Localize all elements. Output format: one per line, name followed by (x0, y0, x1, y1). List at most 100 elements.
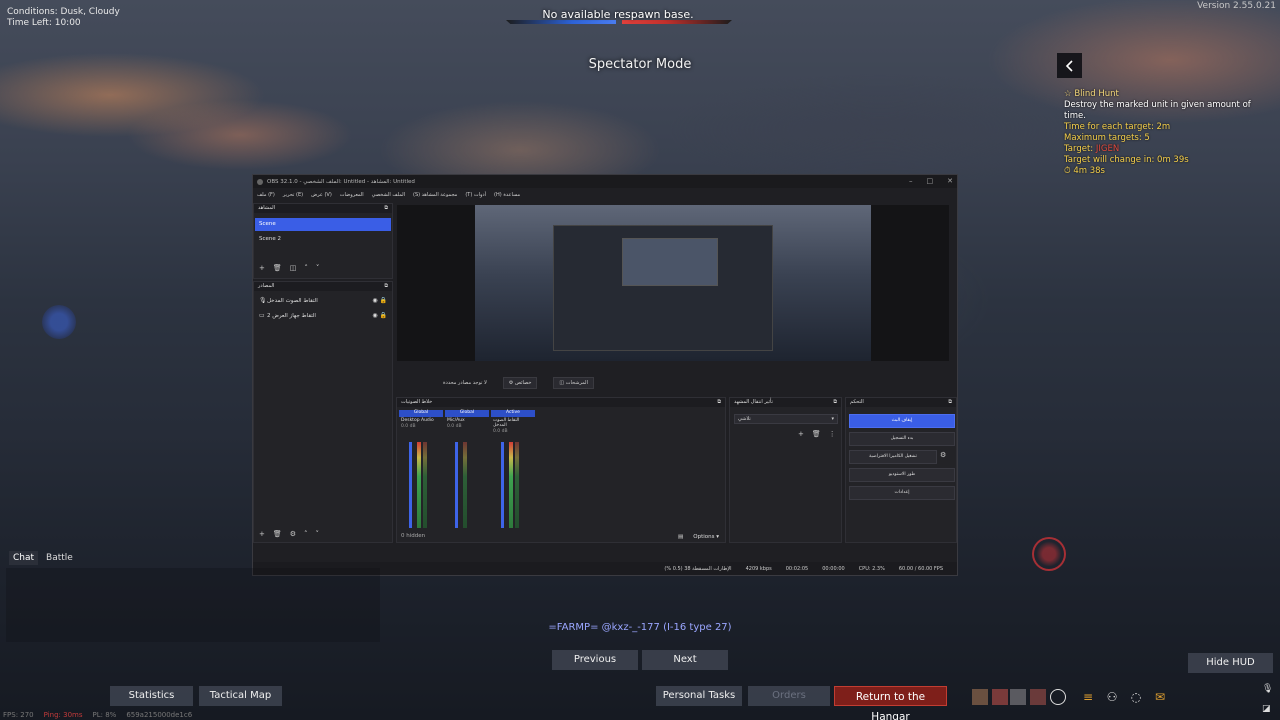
sources-panel: المصادر ⧉ 🎙 التقاط الصوت المدخل ◉ 🔒 ▭ الت… (253, 281, 393, 543)
undock-icon[interactable]: ⧉ (384, 205, 388, 212)
squad-icon[interactable] (992, 689, 1008, 705)
layout-icon[interactable]: ▤ (678, 534, 683, 540)
transitions-title: تأثير انتقال المشهد (734, 399, 773, 405)
squad-icon[interactable] (1030, 689, 1046, 705)
monitor-icon: ▭ (259, 312, 265, 319)
gear-icon[interactable]: ⚙ (290, 530, 296, 538)
task-collapse-button[interactable] (1057, 53, 1082, 78)
scene-item[interactable]: Scene 2 (255, 233, 391, 246)
arrow-up-icon[interactable]: ˄ (304, 264, 308, 272)
start-recording-button[interactable]: بدء التسجيل (849, 432, 955, 446)
source-item[interactable]: 🎙 التقاط الصوت المدخل ◉ 🔒 (255, 295, 391, 308)
more-icon[interactable]: ⋮ (829, 430, 836, 438)
return-hangar-button[interactable]: Return to the Hangar (834, 686, 947, 720)
avatar-icon[interactable] (972, 689, 988, 705)
transition-value: تلاشي (738, 416, 751, 422)
eye-lock-icon[interactable]: ◉ 🔒 (372, 312, 387, 319)
previous-button[interactable]: Previous (552, 650, 638, 670)
undock-icon[interactable]: ⧉ (948, 399, 952, 406)
mixer-channel: Global Mic/Aux 0.0 dB (445, 410, 489, 540)
filters-label: المرشحات (565, 380, 588, 386)
ally-marker-icon (42, 305, 76, 339)
settings-button[interactable]: إعدادات (849, 486, 955, 500)
menu-scene-collection[interactable]: (S) مجموعة المشاهد (413, 192, 457, 198)
channel-name: Mic/Aux (447, 418, 465, 423)
undock-icon[interactable]: ⧉ (833, 399, 837, 406)
menu-edit[interactable]: تحرير (E) (283, 192, 303, 198)
undock-icon[interactable]: ⧉ (384, 283, 388, 290)
friends-icon[interactable]: ⚇ (1104, 689, 1120, 705)
obs-window[interactable]: OBS 32.1.0 - الملف الشخصي: Untitled - ال… (252, 174, 958, 576)
menu-help[interactable]: (H) مساعدة (494, 192, 520, 198)
menu-docks[interactable]: المعروضات (340, 192, 364, 198)
arrow-down-icon[interactable]: ˅ (316, 530, 320, 538)
mail-icon[interactable]: ✉ (1152, 689, 1168, 705)
task-change-in: Target will change in: 0m 39s (1064, 155, 1189, 165)
obs-titlebar[interactable]: OBS 32.1.0 - الملف الشخصي: Untitled - ال… (253, 175, 957, 188)
options-button[interactable]: Options ▾ (693, 534, 719, 540)
chat-area[interactable] (6, 568, 380, 642)
arrow-down-icon[interactable]: ˅ (316, 264, 320, 272)
close-icon[interactable]: ✕ (947, 177, 953, 185)
avatar-icon[interactable] (1010, 689, 1026, 705)
tab-chat[interactable]: Chat (9, 551, 39, 565)
maximize-icon[interactable]: □ (927, 177, 934, 185)
obs-preview[interactable] (397, 205, 949, 361)
studio-mode-button[interactable]: طور الاستوديو (849, 468, 955, 482)
add-icon[interactable]: + (798, 430, 804, 438)
hide-hud-button[interactable]: Hide HUD (1188, 653, 1273, 673)
properties-button[interactable]: ⚙ خصائص (502, 377, 538, 389)
screenshot-icon[interactable]: ◪ (1262, 703, 1274, 715)
scene-item[interactable]: Scene (255, 218, 391, 231)
menu-profile[interactable]: الملف الشخصي (372, 192, 405, 198)
menu-file[interactable]: ملف (F) (257, 192, 275, 198)
source-controls-row: لا توجد مصادر محددة ⚙ خصائص ◫ المرشحات (397, 375, 949, 391)
volume-fader[interactable] (501, 442, 504, 528)
spectator-mode-label: Spectator Mode (588, 57, 692, 72)
add-icon[interactable]: + (259, 264, 265, 272)
gamepad-icon[interactable] (1050, 689, 1066, 705)
stop-streaming-button[interactable]: إيقاف البث (849, 414, 955, 428)
tab-battle[interactable]: Battle (42, 551, 77, 565)
virtual-camera-button[interactable]: تشغيل الكاميرا الافتراضية (849, 450, 937, 464)
trash-icon[interactable]: 🗑 (273, 264, 282, 272)
record-time: 00:00:00 (822, 565, 845, 572)
channel-name: Desktop Audio (401, 418, 434, 423)
source-item[interactable]: ▭ التقاط جهاز العرض 2 ◉ 🔒 (255, 310, 391, 323)
statistics-button[interactable]: Statistics (110, 686, 193, 706)
mic-icon: 🎙 (259, 297, 267, 304)
filters-button[interactable]: ◫ المرشحات (553, 377, 594, 389)
scenes-title-bar: المشاهد ⧉ (254, 204, 392, 213)
add-icon[interactable]: + (259, 530, 265, 538)
mixer-title-bar: خلاط الصوتيات ⧉ (397, 398, 725, 407)
next-button[interactable]: Next (642, 650, 728, 670)
trash-icon[interactable]: 🗑 (273, 530, 282, 538)
gear-icon[interactable]: ⚙ (940, 451, 946, 459)
fps-label: FPS: 270 (3, 711, 34, 719)
network-footer: FPS: 270 Ping: 30ms PL: 8% 659a215000de1… (3, 711, 192, 719)
version-label: Version 2.55.0.21 (1197, 1, 1276, 11)
undock-icon[interactable]: ⧉ (717, 399, 721, 406)
cpu-usage: CPU: 2.3% (858, 565, 885, 572)
list-icon[interactable]: ≡ (1080, 689, 1096, 705)
menu-tools[interactable]: (T) أدوات (465, 192, 486, 198)
arrow-up-icon[interactable]: ˄ (304, 530, 308, 538)
volume-fader[interactable] (409, 442, 412, 528)
tactical-map-button[interactable]: Tactical Map (199, 686, 282, 706)
chat-bubble-icon[interactable]: ◌ (1128, 689, 1144, 705)
minimize-icon[interactable]: – (909, 177, 913, 185)
orders-button[interactable]: Orders (748, 686, 830, 706)
personal-tasks-button[interactable]: Personal Tasks (656, 686, 742, 706)
transition-toolbar: + 🗑 ⋮ (798, 430, 836, 438)
trash-icon[interactable]: 🗑 (812, 430, 821, 438)
transition-select[interactable]: تلاشي ▾ (734, 414, 838, 424)
task-time-each: Time for each target: 2m (1064, 122, 1171, 132)
channel-name: التقاط الصوت المدخل (493, 418, 520, 428)
menu-view[interactable]: عرض (V) (311, 192, 332, 198)
mic-icon[interactable]: 🎙 (1262, 683, 1274, 695)
eye-lock-icon[interactable]: ◉ 🔒 (372, 297, 387, 304)
ping-label: Ping: 30ms (43, 711, 83, 719)
nested-preview-2 (622, 238, 718, 286)
filter-icon[interactable]: ◫ (290, 264, 297, 272)
volume-fader[interactable] (455, 442, 458, 528)
